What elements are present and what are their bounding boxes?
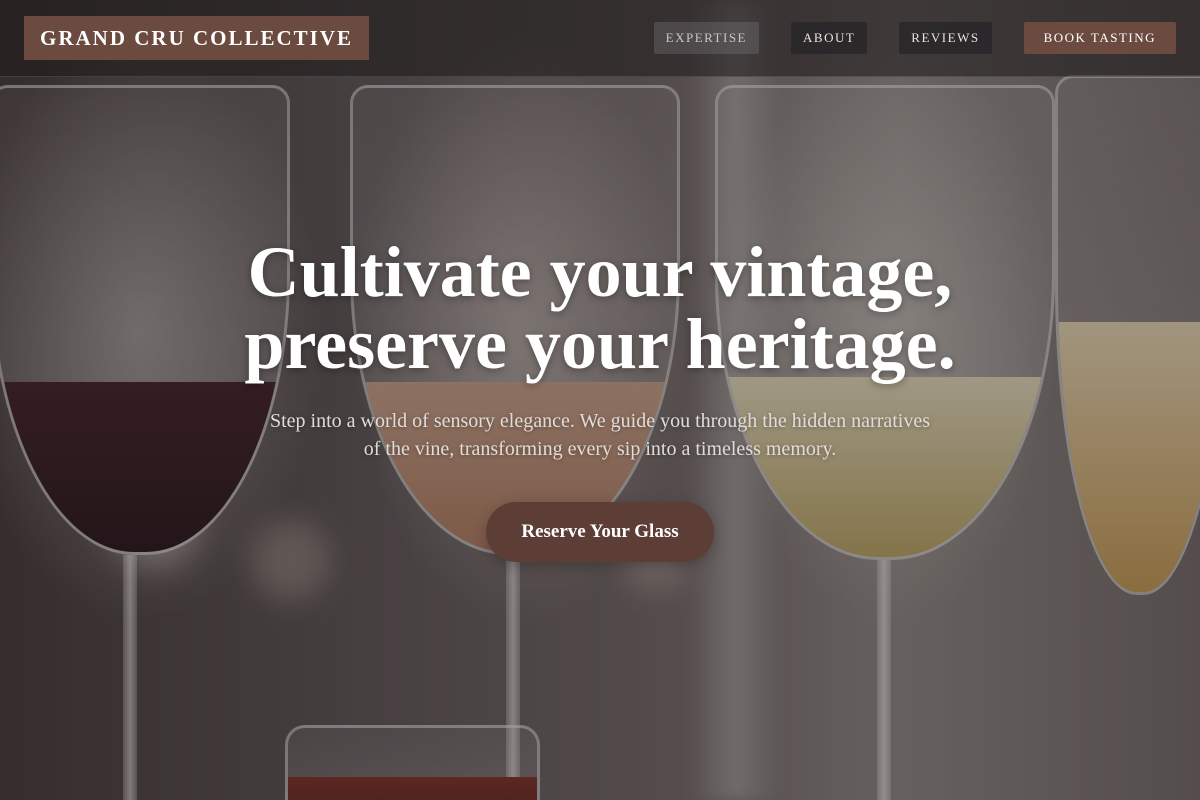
site-header: GRAND CRU COLLECTIVE EXPERTISE ABOUT REV… — [0, 0, 1200, 77]
book-tasting-button[interactable]: BOOK TASTING — [1023, 22, 1176, 54]
main-nav: EXPERTISE ABOUT REVIEWS BOOK TASTING — [653, 22, 1176, 54]
hero-subtitle-line-1: Step into a world of sensory elegance. W… — [269, 410, 931, 432]
hero-headline: Cultivate your vintage, preserve your he… — [0, 236, 1200, 380]
nav-link-about[interactable]: ABOUT — [791, 22, 868, 54]
hero-subtitle: Step into a world of sensory elegance. W… — [250, 407, 950, 463]
nav-link-expertise[interactable]: EXPERTISE — [653, 22, 760, 54]
reserve-button-label: Reserve Your Glass — [521, 521, 679, 542]
reserve-your-glass-button[interactable]: Reserve Your Glass — [486, 502, 714, 562]
brand-logo[interactable]: GRAND CRU COLLECTIVE — [24, 16, 370, 60]
hero-headline-line-2: preserve your heritage. — [244, 304, 956, 384]
nav-link-reviews[interactable]: REVIEWS — [899, 22, 992, 54]
image-overlay — [0, 0, 1200, 800]
hero-subtitle-line-2: of the vine, transforming every sip into… — [363, 438, 837, 460]
hero-headline-line-1: Cultivate your vintage, — [247, 232, 953, 312]
hero-section: GRAND CRU COLLECTIVE EXPERTISE ABOUT REV… — [0, 0, 1200, 800]
brand-name: GRAND CRU COLLECTIVE — [40, 25, 354, 50]
